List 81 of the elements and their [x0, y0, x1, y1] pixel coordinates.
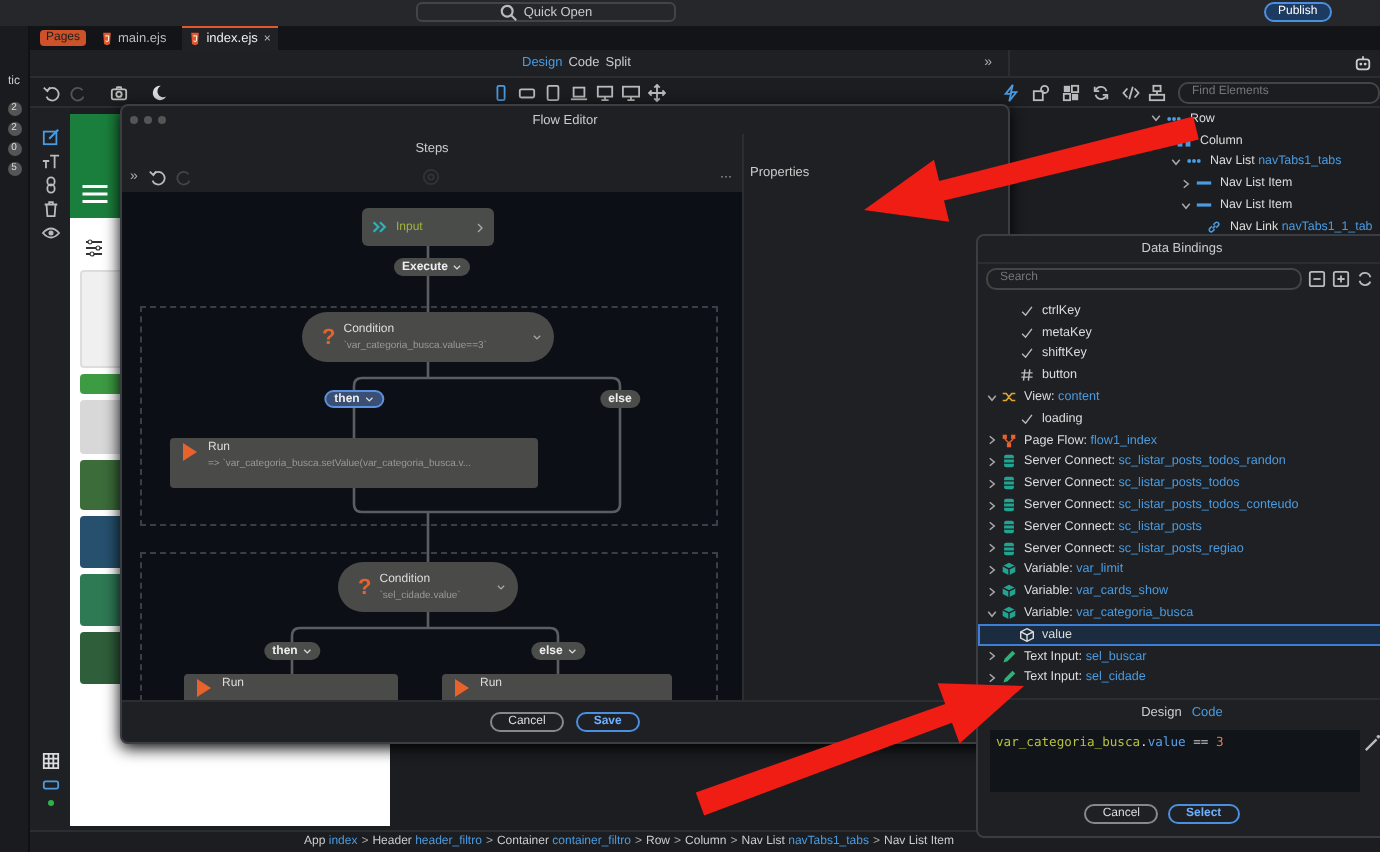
chevron-icon[interactable] [986, 650, 998, 663]
expand-all-icon[interactable] [1332, 269, 1350, 287]
structure-icon[interactable] [1148, 83, 1166, 101]
chevron-icon[interactable] [986, 542, 998, 555]
cube-icon [1002, 606, 1016, 621]
refresh-icon[interactable] [1356, 269, 1374, 287]
tablet-icon[interactable] [544, 83, 562, 101]
dots-icon [1186, 154, 1202, 169]
caret-icon [301, 646, 312, 656]
text-size-icon[interactable] [41, 152, 59, 170]
filter-icon[interactable] [84, 238, 104, 258]
play-icon [196, 678, 212, 698]
laptop-icon[interactable] [570, 83, 588, 101]
question-mark-icon: ? [322, 325, 336, 349]
move-icon[interactable] [648, 83, 666, 101]
double-chevron-icon [372, 220, 388, 234]
chevron-icon[interactable] [986, 477, 998, 490]
undo-icon[interactable] [42, 83, 60, 101]
link-icon[interactable] [41, 176, 59, 194]
chevron-icon[interactable] [1180, 199, 1192, 212]
database-icon [1002, 519, 1016, 534]
chevron-icon[interactable] [986, 391, 998, 404]
desktop-icon[interactable] [596, 83, 614, 101]
lightning-icon[interactable] [1002, 83, 1020, 101]
trash-icon[interactable] [41, 200, 59, 218]
chevron-icon[interactable] [986, 455, 998, 468]
edit-icon[interactable] [41, 128, 59, 146]
chevron-icon[interactable] [986, 585, 998, 598]
components-icon[interactable] [1032, 83, 1050, 101]
check-icon [1020, 411, 1034, 426]
file-icon [190, 32, 201, 46]
dots-icon [1166, 111, 1182, 126]
menu-icon[interactable] [80, 184, 110, 204]
flow-icon [1002, 433, 1016, 448]
caret-icon [532, 332, 542, 342]
database-icon [1002, 541, 1016, 556]
chevron-icon[interactable] [1150, 112, 1162, 125]
file-icon [102, 31, 113, 45]
chevron-icon[interactable] [986, 563, 998, 576]
cube-icon [1002, 584, 1016, 599]
grid-icon[interactable] [41, 752, 59, 770]
eye-icon[interactable] [41, 224, 59, 242]
chevron-icon[interactable] [986, 499, 998, 512]
chevron-icon[interactable] [1180, 177, 1192, 190]
database-icon [1002, 454, 1016, 469]
hash-icon [1020, 368, 1034, 383]
undo-icon[interactable] [147, 168, 166, 186]
moon-icon[interactable] [150, 83, 168, 101]
chevron-icon[interactable] [986, 671, 998, 684]
play-icon [182, 442, 198, 462]
robot-icon[interactable] [1354, 54, 1372, 72]
caret-icon [496, 582, 506, 592]
collapse-all-icon[interactable] [1308, 269, 1326, 287]
monitor-icon[interactable] [622, 83, 640, 101]
search-icon [499, 3, 518, 21]
database-icon [1002, 476, 1016, 491]
database-icon [1002, 498, 1016, 513]
screen-icon[interactable] [41, 776, 59, 794]
chevron-icon[interactable] [986, 607, 998, 620]
caret-icon [452, 262, 463, 272]
status-dot [47, 800, 53, 806]
wand-icon[interactable] [1364, 734, 1380, 753]
chevron-icon[interactable] [986, 520, 998, 533]
play-icon [454, 678, 470, 698]
grid-icon[interactable] [1062, 83, 1080, 101]
refresh-icon[interactable] [1092, 83, 1110, 101]
question-mark-icon: ? [358, 575, 372, 599]
cube-icon [1020, 627, 1034, 642]
phone-landscape-icon[interactable] [518, 83, 536, 101]
connector-line [426, 276, 430, 312]
chevron-icon [476, 221, 484, 233]
shuffle-icon [1002, 390, 1016, 405]
caret-icon [363, 394, 374, 404]
phone-icon[interactable] [492, 83, 510, 101]
chevron-icon[interactable] [1170, 155, 1182, 168]
camera-icon[interactable] [110, 83, 128, 101]
chevron-icon[interactable] [986, 434, 998, 447]
link-icon [1206, 219, 1222, 234]
cube-icon [1002, 562, 1016, 577]
code-icon[interactable] [1122, 83, 1140, 101]
caret-icon [566, 646, 577, 656]
